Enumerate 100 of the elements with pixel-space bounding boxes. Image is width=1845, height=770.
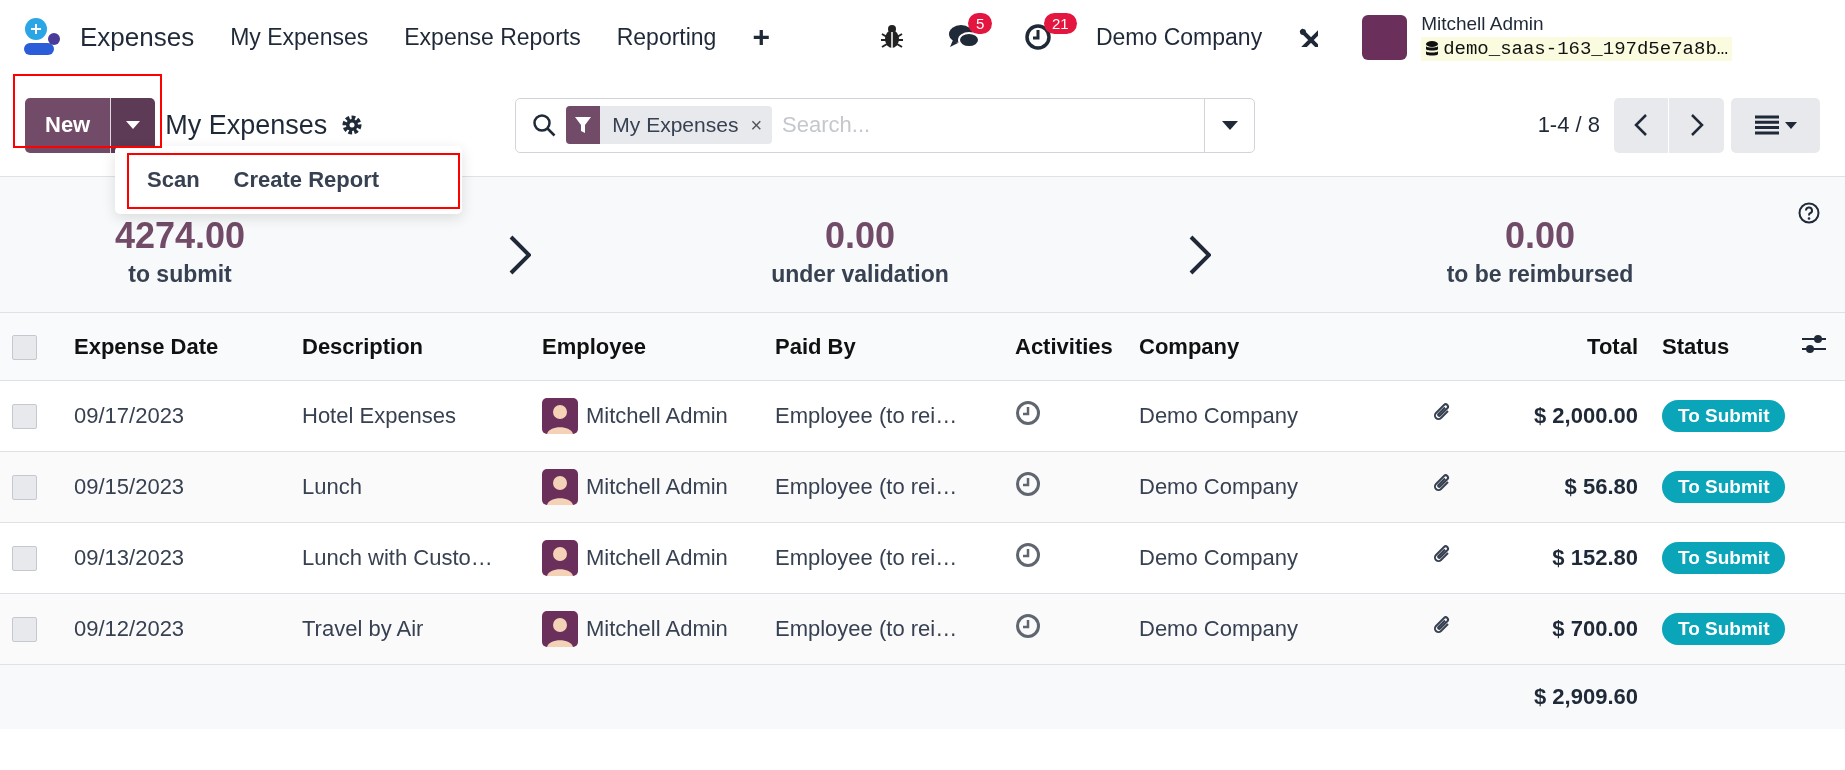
employee-name: Mitchell Admin: [586, 616, 728, 642]
avatar-icon: [542, 540, 578, 576]
database-icon: [1425, 40, 1440, 58]
company-switcher[interactable]: Demo Company: [1095, 23, 1263, 51]
employee-name: Mitchell Admin: [586, 474, 728, 500]
facet-label: My Expenses: [611, 113, 740, 137]
new-button[interactable]: New: [25, 97, 111, 153]
avatar-icon: [542, 611, 578, 647]
clock-icon: [1023, 23, 1052, 51]
column-header[interactable]: Expense Date: [62, 312, 290, 381]
table-cell: $ 700.00: [1470, 593, 1650, 665]
table-cell: Lunch with Custo…: [290, 522, 530, 594]
pager-value: 1-4 / 8: [1537, 112, 1600, 138]
table-cell: 09/12/2023: [62, 593, 290, 665]
clock-icon: [1015, 471, 1041, 497]
summary-amount: 4274.00: [114, 215, 246, 257]
page-title: My Expenses: [165, 109, 328, 141]
add-menu-button[interactable]: +: [752, 20, 770, 54]
column-settings-icon: [1802, 332, 1826, 355]
table-cell: Demo Company: [1127, 522, 1420, 594]
table-cell: 09/17/2023: [62, 380, 290, 452]
chevron-left-icon: [1634, 113, 1648, 137]
activities-button[interactable]: [1023, 23, 1052, 51]
remove-facet-button[interactable]: ×: [750, 113, 773, 137]
column-header[interactable]: Description: [290, 312, 530, 381]
chevron-right-icon: [509, 234, 531, 275]
grand-total: $ 2,909.60: [1534, 683, 1638, 709]
table-cell: $ 2,000.00: [1470, 380, 1650, 452]
clock-icon: [1015, 613, 1041, 639]
table-cell: Demo Company: [1127, 380, 1420, 452]
avatar-icon: [542, 469, 578, 505]
menu-item[interactable]: My Expenses: [230, 23, 369, 51]
dropdown-toggle[interactable]: [110, 97, 156, 153]
app-name: Expenses: [80, 21, 195, 53]
summary-label: under validation: [771, 261, 949, 288]
checkbox[interactable]: [12, 617, 37, 643]
table-cell: Employee (to rei…: [763, 593, 1003, 665]
table-cell: Demo Company: [1127, 451, 1420, 523]
menu-item[interactable]: Scan: [135, 159, 212, 201]
table-cell: Demo Company: [1127, 593, 1420, 665]
column-header[interactable]: Status: [1650, 312, 1790, 381]
menu-item[interactable]: Expense Reports: [404, 23, 581, 51]
column-header[interactable]: Total: [1470, 312, 1650, 381]
menu-item[interactable]: Reporting: [616, 23, 717, 51]
status-badge: To Submit: [1662, 471, 1786, 503]
column-header[interactable]: Paid By: [763, 312, 1003, 381]
chevron-right-icon: [1689, 113, 1704, 137]
debug-button[interactable]: [879, 24, 904, 50]
view-switcher[interactable]: [1731, 97, 1820, 153]
checkbox[interactable]: [12, 475, 37, 501]
chevron-right-icon: [1189, 234, 1211, 275]
summary-amount: 0.00: [824, 215, 896, 257]
table-cell: $ 56.80: [1470, 451, 1650, 523]
help-icon: [1798, 202, 1820, 224]
previous-button[interactable]: [1614, 97, 1669, 153]
gear-icon: [341, 114, 364, 136]
clock-icon: [1015, 542, 1041, 568]
table-cell: Employee (to rei…: [763, 380, 1003, 452]
status-badge: To Submit: [1662, 613, 1786, 645]
table-cell: Employee (to rei…: [763, 522, 1003, 594]
table-cell: 09/13/2023: [62, 522, 290, 594]
summary-label: to submit: [128, 261, 232, 288]
notification-badge: 21: [1043, 13, 1077, 34]
search-field[interactable]: My Expenses × Search...: [515, 97, 1256, 153]
caret-icon: [126, 121, 141, 129]
checkbox[interactable]: [12, 404, 37, 430]
clock-icon: [1015, 400, 1041, 426]
table-cell: Hotel Expenses: [290, 380, 530, 452]
employee-name: Mitchell Admin: [586, 403, 728, 429]
list-icon: [1754, 115, 1779, 135]
database-name: demo_saas-163_197d5e7a8b…: [1443, 38, 1729, 60]
caret-icon: [1221, 120, 1238, 130]
table-cell: Employee (to rei…: [763, 451, 1003, 523]
status-badge: To Submit: [1662, 400, 1786, 432]
user-name: Mitchell Admin: [1421, 13, 1545, 35]
app-logo-icon: [22, 17, 62, 57]
table-cell: 09/15/2023: [62, 451, 290, 523]
settings-button[interactable]: [1298, 27, 1319, 47]
search-icon: [532, 113, 557, 137]
next-button[interactable]: [1669, 97, 1724, 153]
filter-icon: [574, 116, 593, 134]
menu-item[interactable]: Create Report: [221, 159, 392, 201]
table-cell: Lunch: [290, 451, 530, 523]
avatar-icon: [542, 398, 578, 434]
table-cell: Travel by Air: [290, 593, 530, 665]
column-header[interactable]: Activities: [1003, 312, 1127, 381]
table-cell: $ 152.80: [1470, 522, 1650, 594]
checkbox[interactable]: [12, 334, 37, 360]
summary-amount: 0.00: [1504, 215, 1576, 257]
caret-icon: [1784, 121, 1797, 129]
notification-badge: 5: [967, 13, 993, 34]
bug-icon: [879, 24, 904, 50]
summary-label: to be reimbursed: [1446, 261, 1634, 288]
employee-name: Mitchell Admin: [586, 545, 728, 571]
user-avatar[interactable]: [1362, 14, 1408, 60]
tools-icon: [1298, 27, 1319, 47]
checkbox[interactable]: [12, 546, 37, 572]
status-badge: To Submit: [1662, 542, 1786, 574]
column-header[interactable]: Company: [1127, 312, 1420, 381]
column-header[interactable]: Employee: [530, 312, 763, 381]
